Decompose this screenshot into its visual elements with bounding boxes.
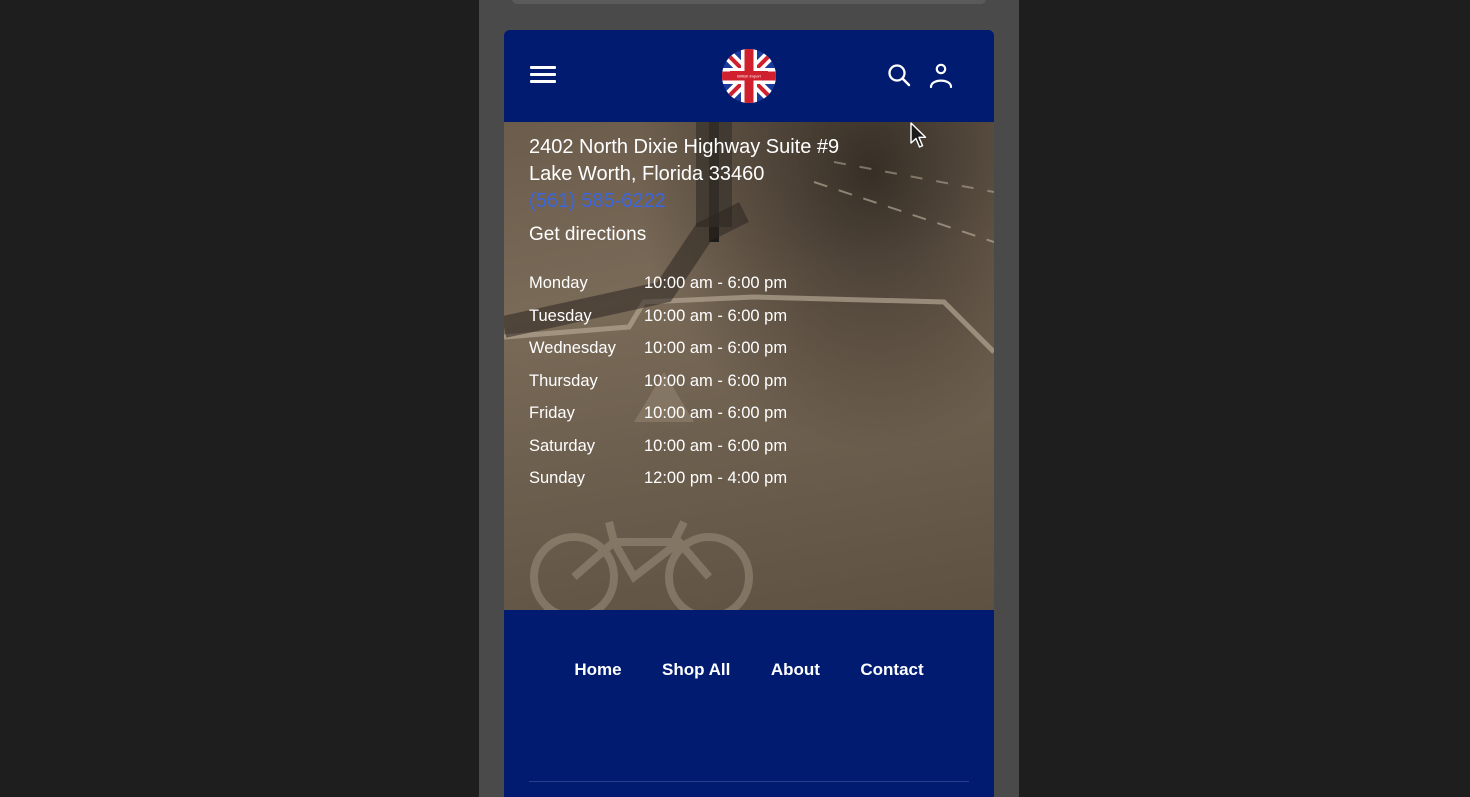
footer-divider [529,781,969,782]
hours-time: 10:00 am - 6:00 pm [644,371,788,390]
hours-day: Saturday [529,436,596,455]
hours-time: 10:00 am - 6:00 pm [644,404,788,422]
hours-time: 10:00 am - 6:00 pm [644,436,788,455]
hours-time: 12:00 pm - 4:00 pm [644,469,788,487]
scrollbar-handle[interactable] [512,0,986,4]
search-icon[interactable] [886,62,912,88]
hamburger-menu-icon[interactable] [530,66,556,88]
footer-link-contact[interactable]: Contact [860,660,923,680]
account-icon[interactable] [928,62,954,90]
footer-link-home[interactable]: Home [574,660,621,680]
phone-link[interactable]: (561) 585-6222 [529,190,666,213]
hours-day: Sunday [529,469,585,487]
hours-day: Monday [529,274,588,292]
hours-day: Thursday [529,371,598,390]
store-address-line1: 2402 North Dixie Highway Suite #9 [529,136,840,158]
hours-time: 10:00 am - 6:00 pm [644,339,788,357]
footer-link-shop-all[interactable]: Shop All [662,660,730,680]
site-header: British Import [504,30,994,122]
footer-navigation: Home Shop All About Contact [504,610,994,797]
hours-time: 10:00 am - 6:00 pm [644,306,788,325]
hours-time: 10:00 am - 6:00 pm [644,274,788,292]
get-directions-link[interactable]: Get directions [529,224,646,246]
footer-link-about[interactable]: About [771,660,820,680]
hours-day: Friday [529,404,575,422]
logo-text: British Import [737,74,761,79]
mouse-pointer-icon [910,122,927,148]
phone-frame: British Import 2402 North Dixie Highway … [479,0,1019,797]
union-jack-logo[interactable]: British Import [721,48,777,104]
store-info-section: 2402 North Dixie Highway Suite #9 Lake W… [504,122,994,610]
store-address-line2: Lake Worth, Florida 33460 [529,163,765,185]
hours-day: Wednesday [529,339,616,357]
hours-day: Tuesday [529,306,592,325]
